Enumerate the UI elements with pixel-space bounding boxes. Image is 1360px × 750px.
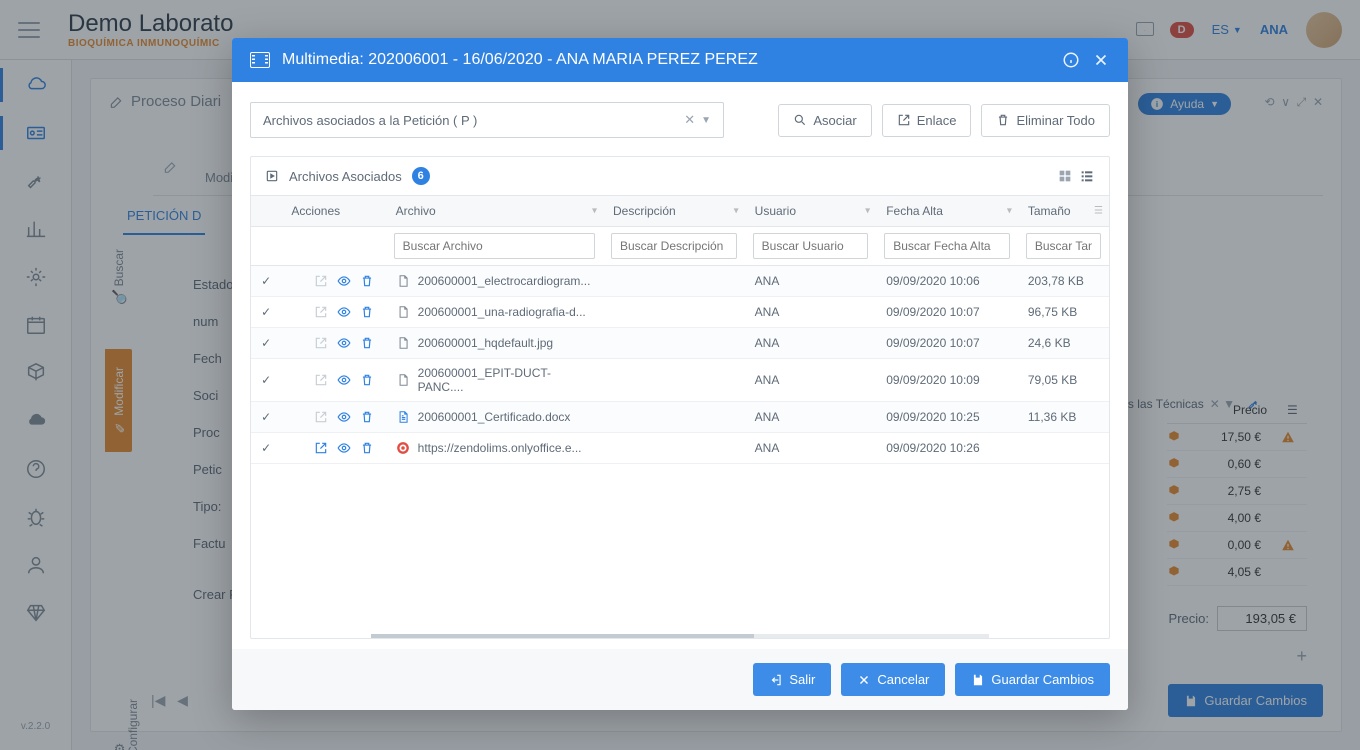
open-icon[interactable] [314,305,328,319]
trash-icon[interactable] [360,373,374,387]
view-list-icon[interactable] [1079,168,1095,184]
modal-info-icon[interactable] [1062,51,1080,69]
col-check[interactable] [251,196,281,227]
table-row[interactable]: ✓ 200600001_electrocardiogram... ANA 09/… [251,266,1109,297]
file-type-icon [396,372,410,388]
row-check[interactable]: ✓ [251,433,281,464]
row-check[interactable]: ✓ [251,297,281,328]
user-cell: ANA [745,359,877,402]
download-icon[interactable] [291,274,305,288]
h-scrollbar[interactable] [371,634,989,638]
col-fecha[interactable]: Fecha Alta▾ [876,196,1018,227]
salir-button[interactable]: Salir [753,663,831,696]
clear-icon[interactable]: ✕ [678,112,701,128]
trash-icon[interactable] [360,305,374,319]
multimedia-modal: Multimedia: 202006001 - 16/06/2020 - ANA… [232,38,1128,710]
eye-icon[interactable] [337,336,351,350]
filter-tamano[interactable] [1026,233,1101,259]
size-cell: 96,75 KB [1018,297,1109,328]
size-cell: 79,05 KB [1018,359,1109,402]
col-usuario[interactable]: Usuario▾ [745,196,877,227]
filter-fecha[interactable] [884,233,1010,259]
size-cell: 24,6 KB [1018,328,1109,359]
trash-icon[interactable] [360,274,374,288]
table-row[interactable]: ✓ 200600001_EPIT-DUCT-PANC.... ANA 09/09… [251,359,1109,402]
download-icon [291,441,305,455]
date-cell: 09/09/2020 10:07 [876,297,1018,328]
eye-icon[interactable] [337,441,351,455]
user-cell: ANA [745,266,877,297]
row-check[interactable]: ✓ [251,359,281,402]
download-icon[interactable] [291,373,305,387]
open-icon[interactable] [314,441,328,455]
cancelar-button[interactable]: Cancelar [841,663,945,696]
filter-archivo[interactable] [394,233,595,259]
eye-icon[interactable] [337,274,351,288]
filter-descripcion[interactable] [611,233,737,259]
eye-icon[interactable] [337,373,351,387]
size-cell: 11,36 KB [1018,402,1109,433]
date-cell: 09/09/2020 10:09 [876,359,1018,402]
trash-icon[interactable] [360,336,374,350]
enlace-button[interactable]: Enlace [882,104,972,137]
date-cell: 09/09/2020 10:06 [876,266,1018,297]
modal-overlay: Multimedia: 202006001 - 16/06/2020 - ANA… [0,0,1360,750]
modal-close-icon[interactable] [1092,51,1110,69]
date-cell: 09/09/2020 10:26 [876,433,1018,464]
modal-title: Multimedia: 202006001 - 16/06/2020 - ANA… [282,51,1050,69]
row-check[interactable]: ✓ [251,266,281,297]
col-acciones[interactable]: Acciones [281,196,385,227]
view-grid-icon[interactable] [1057,168,1073,184]
file-type-icon [396,304,410,320]
count-badge: 6 [412,167,430,185]
grid-title-label: Archivos Asociados [289,169,402,184]
open-icon[interactable] [314,410,328,424]
download-icon[interactable] [291,305,305,319]
table-row[interactable]: ✓ 200600001_Certificado.docx ANA 09/09/2… [251,402,1109,433]
file-name: 200600001_Certificado.docx [418,410,571,424]
user-cell: ANA [745,433,877,464]
file-type-icon [396,335,410,351]
table-row[interactable]: ✓ https://zendolims.onlyoffice.e... ANA … [251,433,1109,464]
open-icon[interactable] [314,373,328,387]
open-icon[interactable] [314,274,328,288]
table-row[interactable]: ✓ 200600001_una-radiografia-d... ANA 09/… [251,297,1109,328]
download-icon[interactable] [291,410,305,424]
asociar-button[interactable]: Asociar [778,104,871,137]
col-archivo[interactable]: Archivo▾ [386,196,603,227]
user-cell: ANA [745,297,877,328]
table-row[interactable]: ✓ 200600001_hqdefault.jpg ANA 09/09/2020… [251,328,1109,359]
col-tamano[interactable]: Tamaño☰ [1018,196,1109,227]
user-cell: ANA [745,328,877,359]
file-name: https://zendolims.onlyoffice.e... [418,441,582,455]
file-type-icon [396,440,410,456]
filter-usuario[interactable] [753,233,869,259]
file-name: 200600001_hqdefault.jpg [418,336,553,350]
file-name: 200600001_electrocardiogram... [418,274,591,288]
film-icon [250,52,270,68]
file-type-icon [396,409,410,425]
eliminar-todo-button[interactable]: Eliminar Todo [981,104,1110,137]
file-name: 200600001_EPIT-DUCT-PANC.... [418,366,593,394]
date-cell: 09/09/2020 10:07 [876,328,1018,359]
play-icon [265,169,279,183]
size-cell: 203,78 KB [1018,266,1109,297]
row-check[interactable]: ✓ [251,328,281,359]
date-cell: 09/09/2020 10:25 [876,402,1018,433]
trash-icon[interactable] [360,410,374,424]
col-descripcion[interactable]: Descripción▾ [603,196,745,227]
eye-icon[interactable] [337,305,351,319]
download-icon[interactable] [291,336,305,350]
eye-icon[interactable] [337,410,351,424]
trash-icon[interactable] [360,441,374,455]
row-check[interactable]: ✓ [251,402,281,433]
file-name: 200600001_una-radiografia-d... [418,305,586,319]
user-cell: ANA [745,402,877,433]
guardar-button[interactable]: Guardar Cambios [955,663,1110,696]
chevron-down-icon[interactable]: ▼ [701,115,711,126]
size-cell [1018,433,1109,464]
file-type-icon [396,273,410,289]
open-icon[interactable] [314,336,328,350]
scope-select[interactable]: Archivos asociados a la Petición ( P ) ✕… [250,102,724,138]
